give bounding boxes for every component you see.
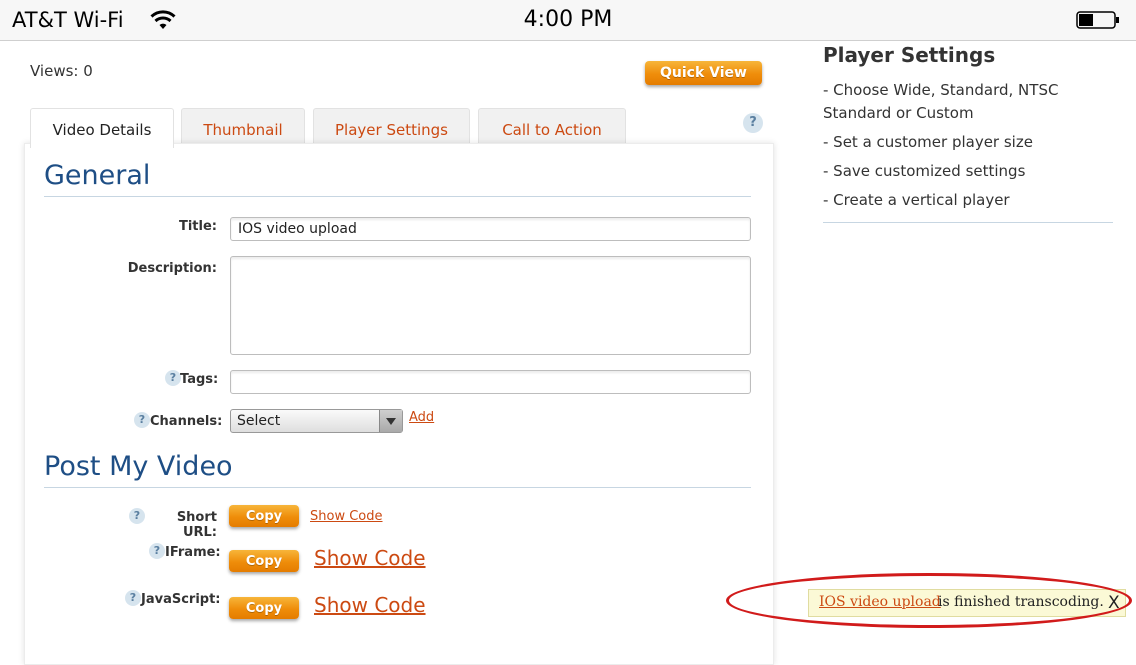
short-url-show-code-link[interactable]: Show Code bbox=[310, 509, 383, 524]
description-field[interactable] bbox=[230, 256, 751, 355]
tags-help-icon[interactable]: ? bbox=[165, 370, 181, 386]
post-my-video-heading: Post My Video bbox=[44, 451, 233, 482]
tab-thumbnail[interactable]: Thumbnail bbox=[181, 108, 305, 146]
sidebar-item: - Create a vertical player bbox=[823, 191, 1010, 209]
sidebar-title: Player Settings bbox=[823, 43, 996, 67]
tags-field[interactable] bbox=[230, 370, 751, 394]
iframe-copy-button[interactable]: Copy bbox=[229, 550, 299, 572]
javascript-show-code-link[interactable]: Show Code bbox=[314, 593, 426, 617]
transcoding-notification: IOS video upload is finished transcoding… bbox=[808, 589, 1126, 617]
general-heading: General bbox=[44, 160, 151, 191]
close-icon[interactable]: X bbox=[1108, 593, 1120, 613]
channels-label: Channels: bbox=[150, 414, 223, 429]
sidebar-item: - Choose Wide, Standard, NTSC Standard o… bbox=[823, 81, 1059, 122]
section-divider bbox=[44, 487, 751, 488]
sidebar-item: - Save customized settings bbox=[823, 162, 1026, 180]
javascript-copy-button[interactable]: Copy bbox=[229, 597, 299, 619]
tab-player-settings[interactable]: Player Settings bbox=[313, 108, 470, 146]
notification-video-link[interactable]: IOS video upload bbox=[819, 594, 941, 610]
title-field[interactable] bbox=[230, 217, 751, 241]
help-icon[interactable]: ? bbox=[743, 113, 763, 133]
sidebar-divider bbox=[823, 222, 1113, 223]
short-url-help-icon[interactable]: ? bbox=[129, 508, 145, 524]
javascript-label: JavaScript: bbox=[141, 592, 221, 607]
short-url-label: Short URL: bbox=[176, 510, 217, 540]
short-url-copy-button[interactable]: Copy bbox=[229, 505, 299, 527]
quick-view-button[interactable]: Quick View bbox=[645, 61, 762, 85]
javascript-help-icon[interactable]: ? bbox=[125, 590, 141, 606]
channels-help-icon[interactable]: ? bbox=[134, 412, 150, 428]
channels-select[interactable]: Select bbox=[230, 409, 403, 433]
tab-video-details[interactable]: Video Details bbox=[30, 108, 174, 148]
chevron-down-icon bbox=[379, 410, 402, 432]
iframe-label: IFrame: bbox=[165, 545, 221, 560]
channels-select-value: Select bbox=[237, 413, 281, 429]
add-channel-link[interactable]: Add bbox=[409, 410, 434, 425]
sidebar-item: - Set a customer player size bbox=[823, 133, 1033, 151]
iframe-show-code-link[interactable]: Show Code bbox=[314, 546, 426, 570]
description-label: Description: bbox=[127, 261, 217, 276]
tab-call-to-action[interactable]: Call to Action bbox=[478, 108, 626, 146]
status-bar: AT&T Wi-Fi 4:00 PM bbox=[0, 0, 1136, 41]
views-count: Views: 0 bbox=[30, 62, 93, 80]
title-label: Title: bbox=[178, 219, 217, 234]
sidebar-list: - Choose Wide, Standard, NTSC Standard o… bbox=[823, 79, 1113, 218]
clock: 4:00 PM bbox=[523, 7, 613, 32]
section-divider bbox=[44, 196, 751, 197]
battery-icon bbox=[1076, 11, 1119, 29]
iframe-help-icon[interactable]: ? bbox=[149, 543, 165, 559]
tags-label: Tags: bbox=[180, 372, 219, 387]
notification-message: is finished transcoding. bbox=[938, 594, 1104, 610]
